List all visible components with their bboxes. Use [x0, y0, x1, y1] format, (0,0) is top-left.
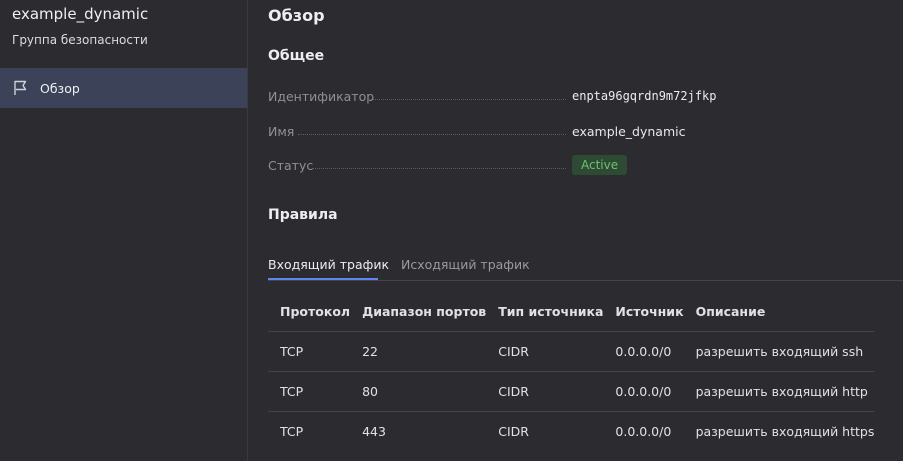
resource-name: example_dynamic — [12, 5, 149, 23]
sidebar-item-label: Обзор — [40, 80, 80, 96]
cell-source-type: CIDR — [498, 424, 529, 439]
cell-source: 0.0.0.0/0 — [603, 371, 684, 412]
resource-type: Группа безопасности — [12, 33, 148, 47]
cell-protocol: TCP — [268, 331, 351, 372]
active-tab-indicator — [268, 278, 378, 280]
property-status-label: Статус — [268, 157, 314, 173]
cell-source-type: CIDR — [486, 331, 604, 372]
sidebar: example_dynamic Группа безопасности Обзо… — [0, 0, 248, 461]
page-title: Обзор — [268, 6, 325, 25]
cell-protocol: TCP — [268, 371, 351, 412]
cell-source-type: CIDR — [486, 371, 604, 412]
table-header-row: Протокол Диапазон портов Тип источника И… — [268, 292, 875, 332]
tab-incoming-traffic[interactable]: Входящий трафик — [268, 257, 389, 272]
table-row: TCP 80 CIDR 0.0.0.0/0 разрешить входящий… — [268, 371, 875, 412]
property-status-row: Статус Active — [268, 155, 828, 175]
cell-description: разрешить входящий https — [695, 424, 875, 439]
cell-description: разрешить входящий http — [683, 371, 875, 412]
property-id-label: Идентификатор — [268, 88, 375, 104]
rules-table: Протокол Диапазон портов Тип источника И… — [268, 292, 875, 452]
dotted-leader — [312, 168, 566, 169]
cell-protocol: TCP — [280, 424, 304, 439]
dotted-leader — [368, 99, 566, 100]
rules-section-title: Правила — [268, 207, 338, 223]
column-header-source: Источник — [603, 292, 684, 332]
property-id-value[interactable]: enpta96gqrdn9m72jfkp — [572, 89, 717, 103]
cell-source: 0.0.0.0/0 — [615, 424, 672, 439]
column-header-source-type: Тип источника — [486, 292, 604, 332]
dotted-leader — [298, 134, 566, 135]
column-header-description: Описание — [683, 292, 875, 332]
property-name-label: Имя — [268, 123, 295, 139]
column-header-port-range: Диапазон портов — [350, 292, 487, 332]
cell-port-range: 80 — [350, 371, 487, 412]
property-name-value: example_dynamic — [572, 123, 686, 139]
property-name-row: Имя example_dynamic — [268, 121, 828, 141]
rules-tabs: Входящий трафик Исходящий трафик — [268, 246, 903, 281]
general-section-title: Общее — [268, 48, 325, 64]
property-id-row: Идентификатор enpta96gqrdn9m72jfkp — [268, 86, 828, 106]
cell-description: разрешить входящий ssh — [683, 331, 875, 372]
cell-source: 0.0.0.0/0 — [603, 331, 684, 372]
column-header-protocol: Протокол — [268, 292, 351, 332]
status-badge: Active — [572, 155, 628, 175]
cell-port-range: 443 — [362, 424, 386, 439]
main-content: Обзор Общее Идентификатор enpta96gqrdn9m… — [248, 0, 903, 461]
table-row: TCP 22 CIDR 0.0.0.0/0 разрешить входящий… — [268, 331, 875, 372]
cell-port-range: 22 — [350, 331, 487, 372]
flag-icon — [12, 79, 30, 97]
tab-outgoing-traffic[interactable]: Исходящий трафик — [401, 257, 530, 272]
sidebar-item-overview[interactable]: Обзор — [0, 68, 247, 108]
table-row: TCP 443 CIDR 0.0.0.0/0 разрешить входящи… — [268, 412, 874, 452]
